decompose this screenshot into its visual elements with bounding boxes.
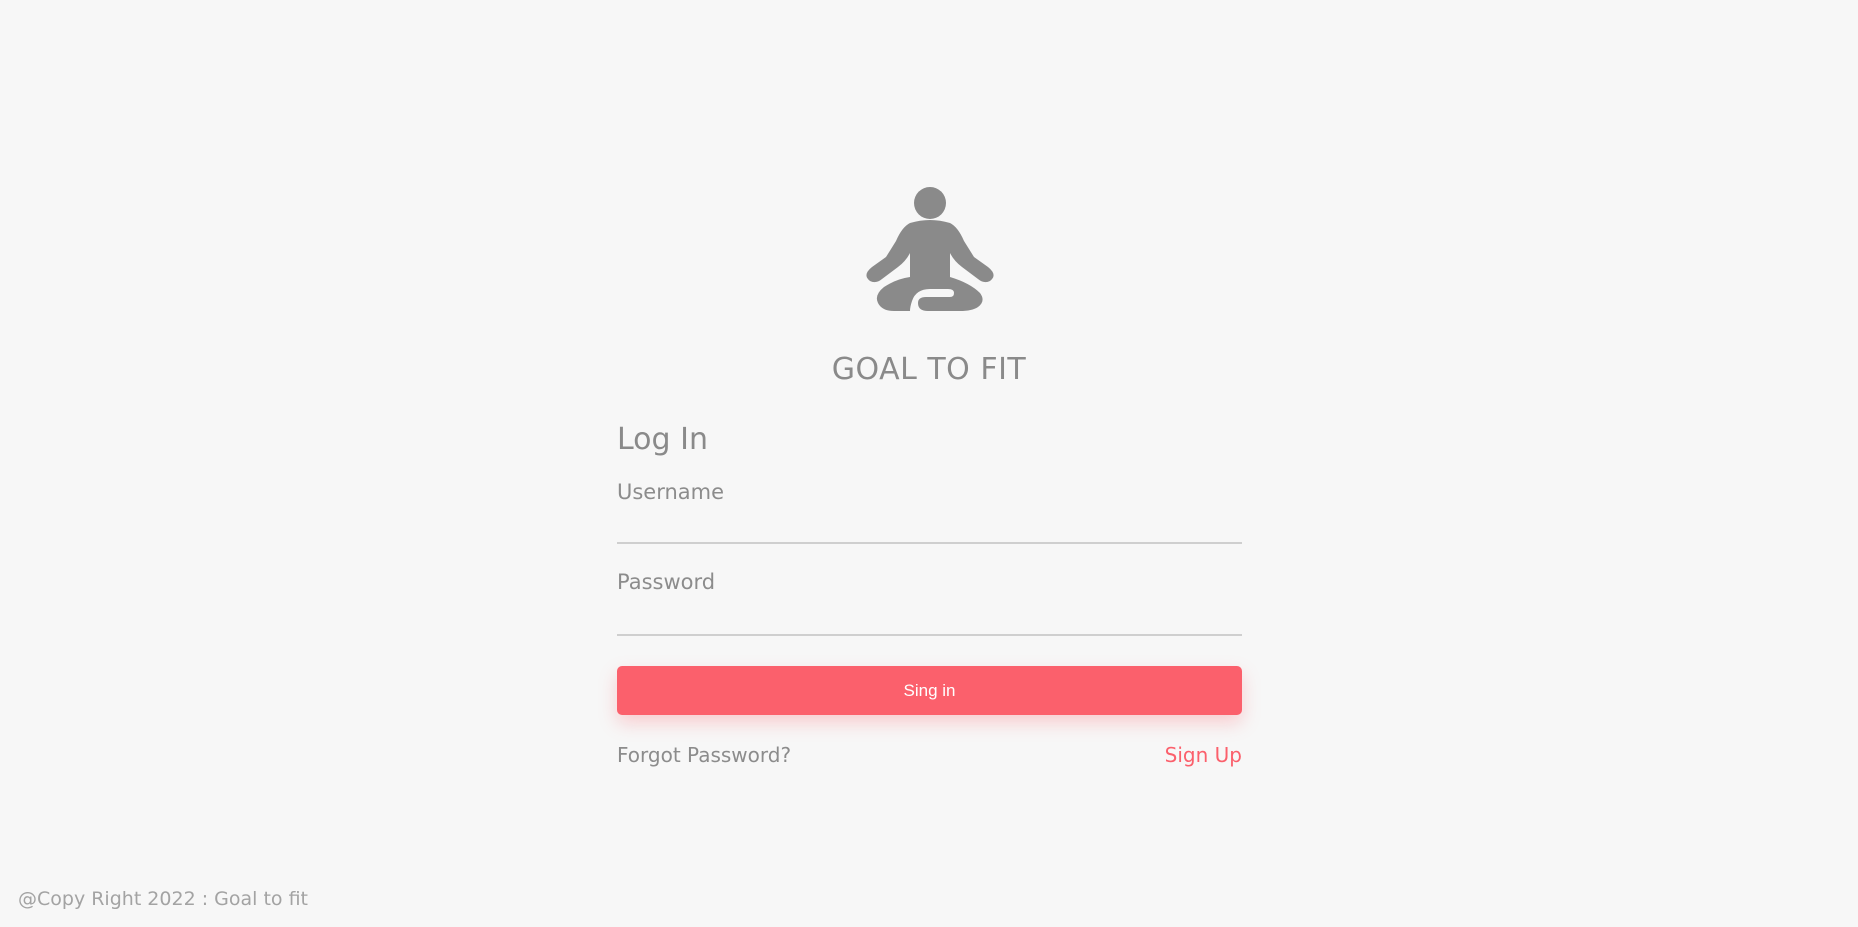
password-input[interactable]	[617, 604, 1242, 632]
password-label: Password	[617, 570, 716, 594]
meditation-pose-icon	[864, 187, 996, 325]
sign-up-link[interactable]: Sign Up	[1165, 743, 1242, 767]
username-label: Username	[617, 480, 725, 504]
auth-links-row: Forgot Password? Sign Up	[617, 743, 1242, 767]
sign-in-button[interactable]: Sing in	[617, 666, 1242, 715]
brand-title: GOAL TO FIT	[831, 352, 1027, 387]
login-form: Log In Username Password Sing in Forgot …	[617, 418, 1242, 767]
username-input[interactable]	[617, 512, 1242, 540]
copyright-footer: @Copy Right 2022 : Goal to fit	[18, 888, 308, 910]
login-page: GOAL TO FIT Log In Username Password Sin…	[0, 0, 1858, 927]
username-field: Username	[617, 480, 1242, 544]
forgot-password-link[interactable]: Forgot Password?	[617, 743, 791, 767]
login-heading: Log In	[617, 422, 708, 457]
password-field: Password	[617, 570, 1242, 636]
